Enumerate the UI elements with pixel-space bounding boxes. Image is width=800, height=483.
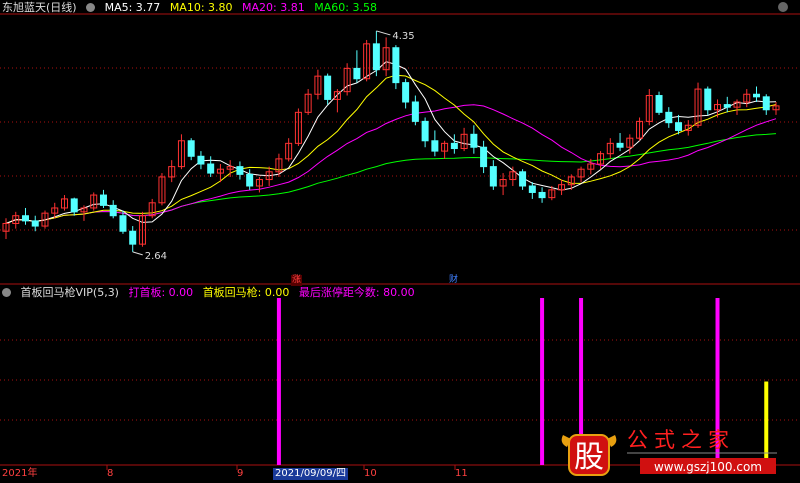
indicator-header: 首板回马枪VIP(5,3) 打首板: 0.00 首板回马枪: 0.00 最后涨停… <box>2 286 421 300</box>
hui-ma-qiang-label: 首板回马枪: 0.00 <box>202 286 290 299</box>
ma5-line <box>5 61 777 224</box>
candle-body <box>109 204 117 217</box>
axis-month-10: 10 <box>364 468 377 479</box>
candle-body <box>675 122 683 131</box>
candle-body <box>236 166 244 175</box>
candle-body <box>519 171 527 187</box>
logo-char: 股 <box>574 440 604 475</box>
watermark-logo: 股 公式之家 www.gszj100.com <box>561 428 777 476</box>
candle-body <box>762 96 770 111</box>
candle-body <box>119 215 127 232</box>
candle-body <box>421 120 429 142</box>
candle-body <box>324 75 332 100</box>
candle-body <box>70 198 78 213</box>
low-pointer <box>132 251 143 256</box>
brand-text: 公式之家 <box>627 428 735 452</box>
candle-body <box>207 163 215 174</box>
low-price-label: 2.64 <box>145 251 167 262</box>
stock-name[interactable]: 东旭蓝天(日线) <box>2 1 77 14</box>
ma20-label: MA20: 3.81 <box>242 1 305 14</box>
candle-body <box>753 93 761 98</box>
url-text: www.gszj100.com <box>654 460 762 474</box>
candle-body <box>489 166 497 187</box>
stock-chart[interactable]: 4.35 2.64 <box>0 0 800 480</box>
indicator-bar <box>540 298 545 465</box>
candle-body <box>665 111 673 124</box>
cai-marker[interactable]: 财 <box>448 275 459 286</box>
candle-body <box>372 43 380 71</box>
candle-body <box>246 173 254 187</box>
candle-body <box>31 220 39 227</box>
candle-body <box>470 133 478 148</box>
candle-body <box>392 47 400 84</box>
candle-body <box>450 142 458 150</box>
candle-body <box>353 67 361 80</box>
candle-body <box>129 230 137 245</box>
candle-body <box>21 215 29 222</box>
candle-body <box>402 82 410 103</box>
axis-month-8: 8 <box>107 468 114 479</box>
candle-body <box>616 142 624 148</box>
axis-month-11: 11 <box>455 468 468 479</box>
axis-year-label: 2021年 <box>2 468 38 479</box>
indicator-bar <box>276 298 281 465</box>
price-header: 东旭蓝天(日线) MA5: 3.77 MA10: 3.80 MA20: 3.81… <box>2 1 383 15</box>
candle-body <box>538 191 546 199</box>
high-pointer <box>376 30 391 36</box>
date-cursor-label: 2021/09/09/四 <box>273 468 349 480</box>
candle-body <box>723 104 731 108</box>
high-price-label: 4.35 <box>392 31 414 42</box>
candle-body <box>431 140 439 152</box>
candle-body <box>528 185 536 193</box>
candle-body <box>704 88 712 111</box>
window-control-icon[interactable] <box>778 2 788 12</box>
candle-body <box>411 101 419 122</box>
watermark: 股 公式之家 www.gszj100.com <box>557 425 782 480</box>
candle-body <box>187 140 195 157</box>
ma10-label: MA10: 3.80 <box>169 1 233 14</box>
ma60-label: MA60: 3.58 <box>314 1 377 14</box>
candle-body <box>99 194 107 206</box>
candle-body <box>197 155 205 165</box>
zhang-marker[interactable]: 涨 <box>291 275 302 286</box>
da-shou-ban-label: 打首板: 0.00 <box>128 286 194 299</box>
axis-month-9: 9 <box>237 468 244 479</box>
ma5-label: MA5: 3.77 <box>104 1 161 14</box>
last-limit-up-label: 最后涨停距今数: 80.00 <box>298 286 415 299</box>
indicator-settings-icon[interactable] <box>2 288 11 297</box>
candle-body <box>480 146 488 168</box>
candle-body <box>655 95 663 113</box>
indicator-name[interactable]: 首板回马枪VIP(5,3) <box>21 286 119 299</box>
settings-icon[interactable] <box>86 3 96 12</box>
